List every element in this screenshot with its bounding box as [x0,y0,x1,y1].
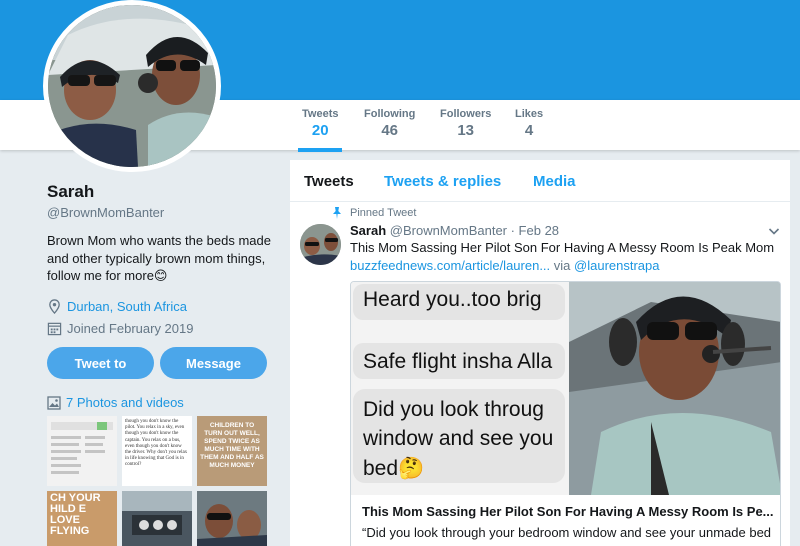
calendar-icon [47,322,62,335]
avatar-photo [48,5,216,167]
tweet-to-button[interactable]: Tweet to [47,347,154,379]
tweet-text: This Mom Sassing Her Pilot Son For Havin… [350,240,775,255]
stat-value: 20 [311,122,329,139]
via-handle-link[interactable]: @laurenstrapa [574,258,659,273]
stat-value: 46 [381,122,398,139]
pinned-label: Pinned Tweet [350,207,417,219]
tab-tweets-replies[interactable]: Tweets & replies [384,173,501,190]
stat-label: Following [364,108,416,120]
stat-tweets[interactable]: Tweets 20 [297,108,344,152]
pin-icon [333,207,341,219]
chat-line: Did you look throug [363,398,544,421]
chat-line: bed🤔 [363,457,425,480]
link-preview-card[interactable]: Heard you..too brig Safe flight insha Al… [350,281,781,546]
tweet-article-link[interactable]: buzzfeednews.com/article/lauren... [350,258,550,273]
card-image: Heard you..too brig Safe flight insha Al… [351,282,780,495]
tab-tweets[interactable]: Tweets [304,173,354,190]
cockpit-thumb-image [122,491,192,546]
chevron-down-icon[interactable] [768,225,780,237]
thumb-quote-text: though you don't know the pilot. You rel… [125,419,188,468]
pilot-selfie-thumb-image [197,491,267,546]
card-title: This Mom Sassing Her Pilot Son For Havin… [362,504,774,519]
profile-joined: Joined February 2019 [47,321,277,336]
stat-label: Tweets [302,108,339,120]
tweet-link-line: buzzfeednews.com/article/lauren... via @… [350,258,660,273]
chat-line: Heard you..too brig [363,288,542,311]
tweet-author-name[interactable]: Sarah [350,223,386,238]
photo-thumb[interactable]: CH YOUR HILD E LOVE FLYING [47,491,117,546]
tab-media[interactable]: Media [533,173,576,190]
timeline-panel: Tweets Tweets & replies Media Pinned Twe… [290,160,790,546]
stat-value: 4 [524,122,534,139]
stat-following[interactable]: Following 46 [364,108,415,139]
tweet-header: Sarah @BrownMomBanter · Feb 28 [350,223,559,238]
profile-name[interactable]: Sarah [47,182,277,202]
photo-icon [47,395,61,410]
photo-thumb[interactable]: CHILDREN TO TURN OUT WELL, SPEND TWICE A… [197,416,267,486]
profile-handle[interactable]: @BrownMomBanter [47,205,277,220]
photo-thumb[interactable] [197,491,267,546]
timeline-tabs: Tweets Tweets & replies Media [290,160,790,202]
location-pin-icon [49,298,60,314]
photos-link-label: 7 Photos and videos [66,395,184,410]
stat-label: Followers [440,108,492,120]
stat-likes[interactable]: Likes 4 [515,108,543,139]
tweet-handle-date[interactable]: @BrownMomBanter · Feb 28 [390,223,559,238]
chat-line: window and see you [363,427,554,450]
screenshot-thumb-image [47,416,117,486]
chat-line: Safe flight insha Alla [363,350,553,373]
message-button[interactable]: Message [160,347,267,379]
profile-bio: Brown Mom who wants the beds made and ot… [47,233,271,283]
profile-sidebar: Sarah @BrownMomBanter Brown Mom who want… [47,182,277,336]
photo-thumb[interactable]: though you don't know the pilot. You rel… [122,416,192,486]
location-link[interactable]: Durban, South Africa [67,299,187,314]
stat-followers[interactable]: Followers 13 [440,108,491,139]
card-description: “Did you look through your bedroom windo… [362,525,772,540]
photos-videos-link[interactable]: 7 Photos and videos [47,395,184,410]
thumb-quote-text: CHILDREN TO TURN OUT WELL, SPEND TWICE A… [200,422,264,469]
tweet-author-avatar[interactable] [300,224,341,265]
photo-thumb[interactable] [122,491,192,546]
photo-thumb[interactable] [47,416,117,486]
profile-avatar[interactable] [43,0,221,172]
thumb-quote-text: CH YOUR HILD E LOVE FLYING [50,492,101,537]
via-label: via [553,258,571,273]
pinned-label-row: Pinned Tweet [333,207,417,219]
author-avatar-image [300,224,341,265]
stat-value: 13 [457,122,475,139]
profile-location: Durban, South Africa [47,299,277,314]
joined-text: Joined February 2019 [67,320,194,336]
stat-label: Likes [515,108,544,120]
